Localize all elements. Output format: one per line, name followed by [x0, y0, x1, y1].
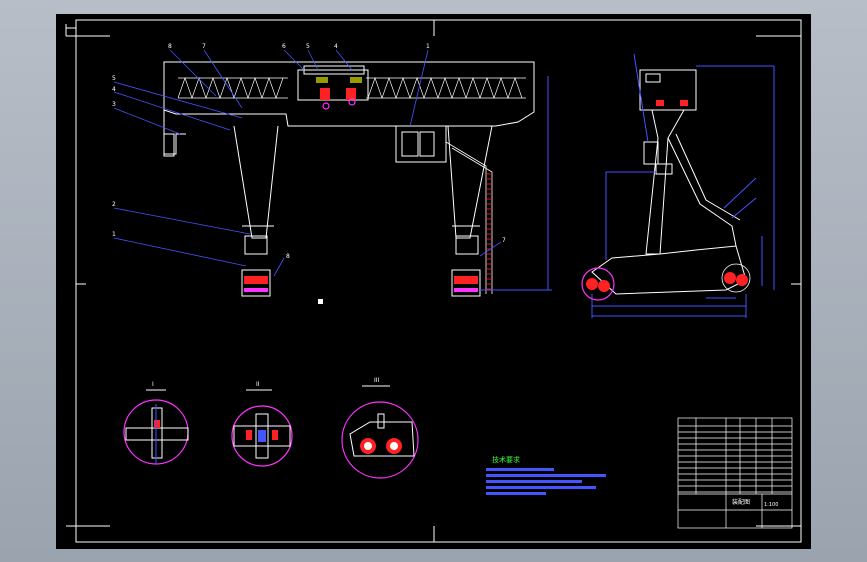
svg-text:5: 5 [306, 43, 310, 50]
callout-numbers: 5 4 3 2 1 8 7 6 5 4 1 7 8 [112, 43, 506, 260]
drawing-name: 装配图 [732, 498, 750, 506]
svg-text:4: 4 [112, 86, 116, 93]
svg-text:1: 1 [426, 43, 430, 50]
drawing-canvas: 5 4 3 2 1 8 7 6 5 4 1 7 8 I II III 技术要求 装配图 1:10… [65, 19, 802, 543]
detail-view-1: I [123, 381, 189, 465]
svg-text:7: 7 [502, 237, 506, 244]
svg-text:6: 6 [282, 43, 286, 50]
drawing-sheet: 5 4 3 2 1 8 7 6 5 4 1 7 8 I II III 技术要求 装配图 1:10… [56, 14, 811, 549]
technical-notes: 技术要求 [486, 455, 606, 495]
detail-view-2: II [231, 381, 293, 467]
svg-text:III: III [374, 377, 380, 384]
svg-text:3: 3 [112, 101, 116, 108]
svg-text:8: 8 [168, 43, 172, 50]
side-wheels [581, 100, 751, 301]
detail-view-3: III [341, 377, 419, 479]
drawing-scale: 1:100 [764, 502, 778, 508]
svg-text:5: 5 [112, 75, 116, 82]
svg-text:7: 7 [202, 43, 206, 50]
svg-text:8: 8 [286, 253, 290, 260]
ladder-rungs [486, 173, 492, 290]
cad-viewport[interactable]: 5 4 3 2 1 8 7 6 5 4 1 7 8 I II III 技术要求 装配图 1:10… [0, 0, 867, 562]
scale-marker [318, 299, 323, 304]
svg-text:II: II [256, 381, 260, 388]
svg-text:2: 2 [112, 201, 116, 208]
wheel-assemblies [244, 77, 478, 292]
svg-text:4: 4 [334, 43, 338, 50]
title-block [677, 417, 793, 529]
svg-text:1: 1 [112, 231, 116, 238]
notes-title: 技术要求 [492, 455, 520, 464]
svg-text:I: I [152, 381, 154, 388]
